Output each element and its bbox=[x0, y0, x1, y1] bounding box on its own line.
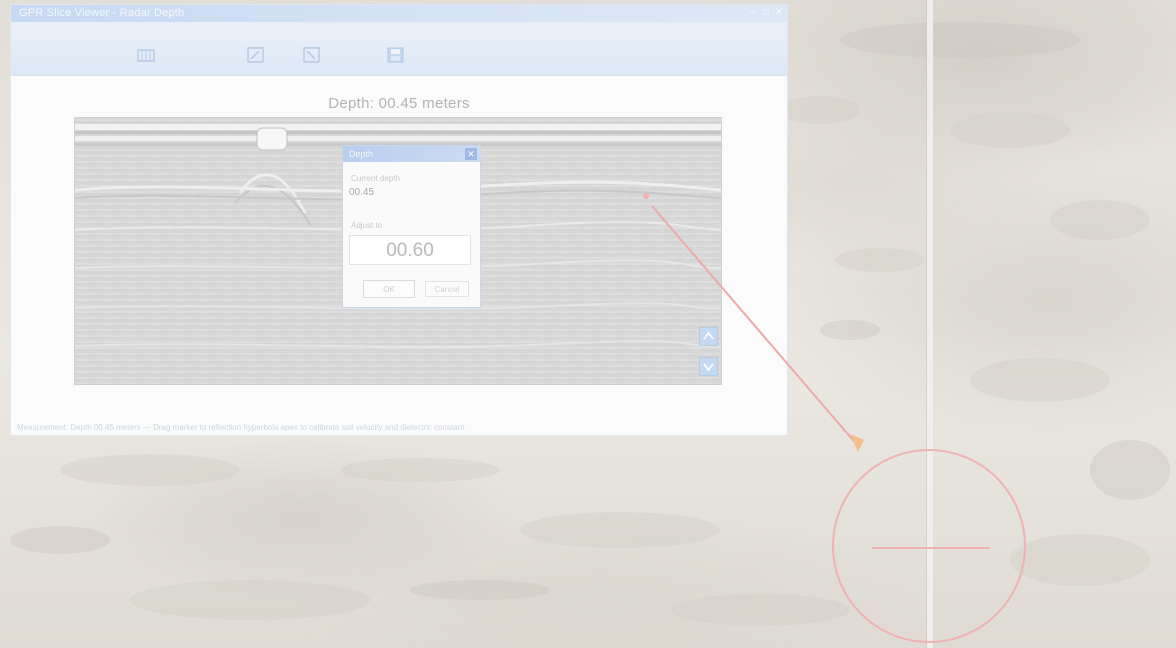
annotation-overlay bbox=[651, 205, 1026, 643]
annotation-arrowhead bbox=[850, 434, 864, 452]
annotation-circle bbox=[832, 449, 1026, 643]
annotation-arrow-line bbox=[651, 205, 859, 447]
